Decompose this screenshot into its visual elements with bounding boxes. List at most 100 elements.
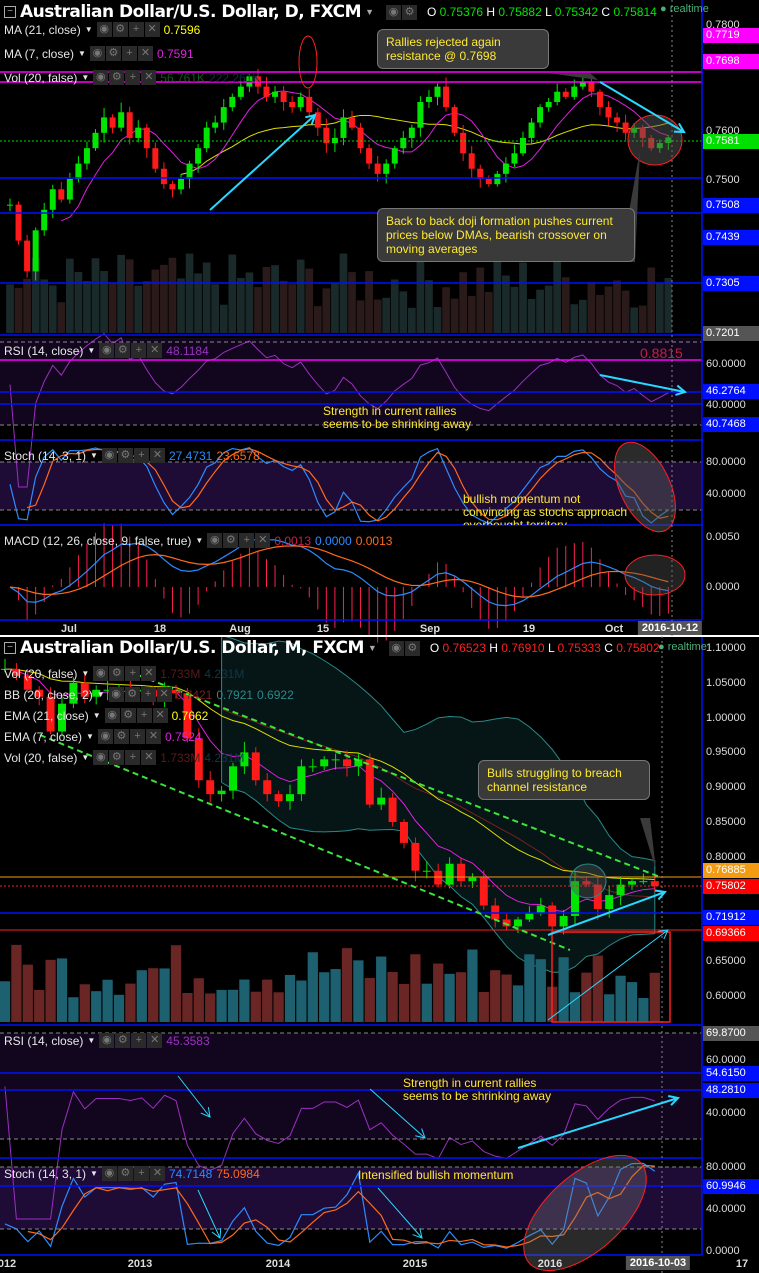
gear-icon[interactable]: ⚙ — [223, 533, 239, 548]
indicator-legend[interactable]: MA (7, close) ▼ ◉ ⚙ + ✕ 0.7591 — [4, 46, 194, 61]
close-icon[interactable]: ✕ — [152, 708, 168, 723]
time-axis-current: 2016-10-12 — [637, 621, 703, 635]
plus-icon[interactable]: + — [131, 343, 147, 358]
eye-icon[interactable]: ◉ — [207, 533, 223, 548]
plus-icon[interactable]: + — [140, 687, 156, 702]
price-axis-label: 1.05000 — [706, 677, 746, 689]
close-icon[interactable]: ✕ — [141, 750, 157, 765]
volume-bar — [410, 954, 421, 1022]
eye-icon[interactable]: ◉ — [99, 1033, 115, 1048]
chevron-down-icon[interactable]: ▼ — [365, 7, 374, 17]
rsi-axis-label: 60.0000 — [706, 358, 746, 370]
indicator-legend[interactable]: EMA (21, close) ▼ ◉ ⚙ + ✕ 0.7662 — [4, 708, 208, 723]
chevron-down-icon[interactable]: ▼ — [85, 25, 93, 34]
chevron-down-icon[interactable]: ▼ — [78, 49, 86, 58]
close-icon[interactable]: ✕ — [255, 533, 271, 548]
annotation-doji[interactable]: Back to back doji formation pushes curre… — [377, 208, 635, 262]
indicator-legend[interactable]: Vol (20, false) ▼ ◉ ⚙ + ✕ 56.761K 222.261K — [4, 70, 260, 85]
gear-icon[interactable]: ⚙ — [115, 1033, 131, 1048]
plus-icon[interactable]: + — [129, 729, 145, 744]
indicator-name: Vol (20, false) — [4, 70, 78, 85]
chevron-down-icon[interactable]: ▼ — [86, 732, 94, 741]
indicator-legend[interactable]: Vol (20, false) ▼ ◉ ⚙ + ✕ 1.733M 4.231M — [4, 666, 244, 681]
chevron-down-icon[interactable]: ▼ — [81, 753, 89, 762]
macd-axis-label: 0.0050 — [706, 531, 740, 543]
symbol-title[interactable]: Australian Dollar/U.S. Dollar, D, FXCM — [20, 2, 362, 22]
chevron-down-icon[interactable]: ▼ — [81, 73, 89, 82]
eye-icon[interactable]: ◉ — [97, 729, 113, 744]
indicator-legend[interactable]: EMA (7, close) ▼ ◉ ⚙ + ✕ 0.7524 — [4, 729, 202, 744]
volume-bar — [91, 258, 100, 333]
volume-bar — [365, 271, 373, 333]
price-tag: 0.7439 — [703, 230, 759, 245]
eye-icon[interactable]: ◉ — [104, 708, 120, 723]
candle-body — [331, 759, 340, 761]
gear-icon[interactable]: ⚙ — [112, 22, 128, 37]
plus-icon[interactable]: + — [125, 750, 141, 765]
plus-icon[interactable]: + — [125, 666, 141, 681]
bubble-pointer — [548, 73, 598, 80]
indicator-legend[interactable]: Vol (20, false) ▼ ◉ ⚙ + ✕ 1.733M 4.231M — [4, 750, 244, 765]
eye-icon[interactable]: ◉ — [101, 1166, 117, 1181]
close-icon[interactable]: ✕ — [147, 1033, 163, 1048]
eye-icon[interactable]: ◉ — [99, 343, 115, 358]
gear-icon[interactable]: ⚙ — [113, 729, 129, 744]
symbol-title[interactable]: Australian Dollar/U.S. Dollar, M, FXCM — [20, 638, 364, 658]
eye-icon[interactable]: ◉ — [93, 70, 109, 85]
close-icon[interactable]: ✕ — [149, 448, 165, 463]
plus-icon[interactable]: + — [121, 46, 137, 61]
chevron-down-icon[interactable]: ▼ — [97, 690, 105, 699]
close-icon[interactable]: ✕ — [137, 46, 153, 61]
plus-icon[interactable]: + — [133, 1166, 149, 1181]
plus-icon[interactable]: + — [131, 1033, 147, 1048]
eye-icon[interactable]: ◉ — [93, 666, 109, 681]
plus-icon[interactable]: + — [136, 708, 152, 723]
eye-icon[interactable]: ◉ — [386, 4, 401, 20]
collapse-icon[interactable]: − — [4, 6, 16, 18]
plus-icon[interactable]: + — [125, 70, 141, 85]
plus-icon[interactable]: + — [239, 533, 255, 548]
eye-icon[interactable]: ◉ — [89, 46, 105, 61]
close-icon[interactable]: ✕ — [149, 1166, 165, 1181]
close-icon[interactable]: ✕ — [144, 22, 160, 37]
close-icon[interactable]: ✕ — [156, 687, 172, 702]
chevron-down-icon[interactable]: ▼ — [368, 643, 377, 653]
gear-icon[interactable]: ⚙ — [109, 750, 125, 765]
eye-icon[interactable]: ◉ — [108, 687, 124, 702]
close-icon[interactable]: ✕ — [147, 343, 163, 358]
candle-body — [75, 163, 82, 179]
candle-body — [528, 122, 535, 138]
gear-icon[interactable]: ⚙ — [404, 640, 420, 656]
volume-bar — [341, 948, 353, 1022]
close-icon[interactable]: ✕ — [141, 70, 157, 85]
gear-icon[interactable]: ⚙ — [109, 666, 125, 681]
eye-icon[interactable]: ◉ — [96, 22, 112, 37]
chevron-down-icon[interactable]: ▼ — [81, 669, 89, 678]
collapse-icon[interactable]: − — [4, 642, 16, 654]
annotation-channel[interactable]: Bulls struggling to breach channel resis… — [478, 760, 650, 800]
candle-body — [537, 107, 544, 123]
gear-icon[interactable]: ⚙ — [109, 70, 125, 85]
gear-icon[interactable]: ⚙ — [120, 708, 136, 723]
gear-icon[interactable]: ⚙ — [402, 4, 417, 20]
indicator-legend[interactable]: MA (21, close) ▼ ◉ ⚙ + ✕ 0.7596 — [4, 22, 200, 37]
close-icon[interactable]: ✕ — [141, 666, 157, 681]
gear-icon[interactable]: ⚙ — [115, 343, 131, 358]
indicator-legend[interactable]: BB (20, close, 2) ▼ ◉ ⚙ + ✕ 0.7421 0.7921 0.6922 — [4, 687, 294, 702]
volume-bar — [339, 253, 348, 333]
gear-icon[interactable]: ⚙ — [105, 46, 121, 61]
volume-bar — [68, 997, 79, 1022]
gear-icon[interactable]: ⚙ — [117, 448, 133, 463]
plus-icon[interactable]: + — [128, 22, 144, 37]
chart-canvas[interactable] — [0, 0, 759, 1273]
eye-icon[interactable]: ◉ — [93, 750, 109, 765]
annotation-resistance[interactable]: Rallies rejected again resistance @ 0.76… — [377, 29, 549, 69]
plus-icon[interactable]: + — [133, 448, 149, 463]
chevron-down-icon[interactable]: ▼ — [93, 711, 101, 720]
gear-icon[interactable]: ⚙ — [124, 687, 140, 702]
eye-icon[interactable]: ◉ — [101, 448, 117, 463]
gear-icon[interactable]: ⚙ — [117, 1166, 133, 1181]
close-icon[interactable]: ✕ — [145, 729, 161, 744]
eye-icon[interactable]: ◉ — [388, 640, 404, 656]
price-axis-label: 0.65000 — [706, 955, 746, 967]
